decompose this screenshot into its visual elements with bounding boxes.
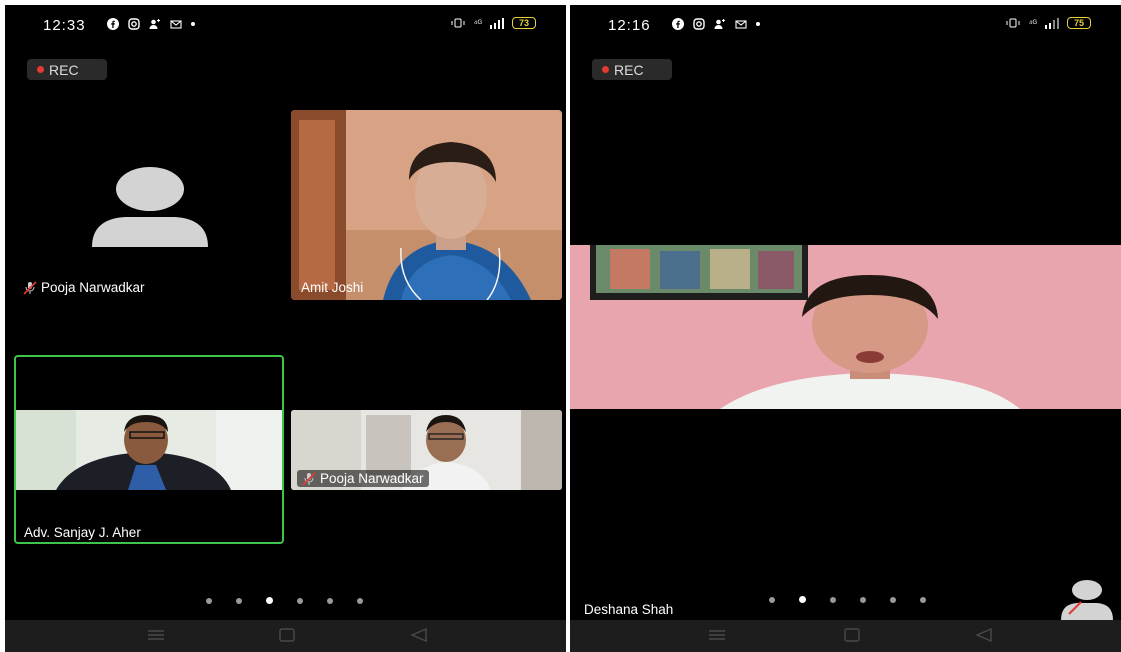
mic-muted-icon xyxy=(23,280,37,295)
page-indicator[interactable] xyxy=(206,597,363,604)
page-dot[interactable] xyxy=(860,596,866,603)
mic-muted-icon xyxy=(302,471,316,486)
page-dot[interactable] xyxy=(236,597,242,604)
vibrate-icon xyxy=(1006,18,1020,28)
home-icon[interactable] xyxy=(843,628,861,642)
mail-icon xyxy=(170,20,182,29)
self-view-avatar[interactable] xyxy=(1057,578,1113,620)
page-indicator[interactable] xyxy=(769,596,926,603)
recording-dot-icon xyxy=(37,66,44,73)
page-dot[interactable] xyxy=(297,597,303,604)
page-dot[interactable] xyxy=(890,596,896,603)
participant-video xyxy=(16,410,282,490)
active-speaker-video[interactable] xyxy=(570,245,1121,409)
notification-dot-icon xyxy=(191,22,195,26)
recording-badge: REC xyxy=(592,59,672,80)
add-person-icon xyxy=(149,19,160,29)
instagram-icon xyxy=(693,18,705,30)
page-dot[interactable] xyxy=(327,597,333,604)
participant-name-tag: Pooja Narwadkar xyxy=(23,280,145,295)
participant-video xyxy=(570,245,1121,409)
recording-badge: REC xyxy=(27,59,107,80)
status-bar: 12:16 ⁴ᴳ 75 xyxy=(570,5,1121,45)
status-bar: 12:33 ⁴ᴳ 73 xyxy=(5,5,566,45)
user-avatar-icon xyxy=(92,167,208,247)
battery-icon: 75 xyxy=(1067,17,1091,29)
page-dot-active[interactable] xyxy=(266,597,273,604)
android-nav-bar xyxy=(570,620,1121,652)
page-dot[interactable] xyxy=(769,596,775,603)
mail-icon xyxy=(735,20,747,29)
participant-name-tag: Adv. Sanjay J. Aher xyxy=(24,525,141,540)
participant-tile-pooja-video[interactable]: Pooja Narwadkar xyxy=(291,410,562,490)
signal-icon xyxy=(490,17,504,29)
page-dot[interactable] xyxy=(830,596,836,603)
instagram-icon xyxy=(128,18,140,30)
facebook-icon xyxy=(672,18,684,30)
right-phone-screen: 12:16 ⁴ᴳ 75 REC Deshana Shah xyxy=(570,5,1121,652)
participant-video xyxy=(291,110,562,300)
menu-icon[interactable] xyxy=(147,628,165,642)
signal-icon xyxy=(1045,17,1059,29)
notification-icons xyxy=(672,18,760,30)
android-nav-bar xyxy=(5,620,566,652)
participant-tile-amit-joshi[interactable]: Amit Joshi xyxy=(291,110,562,300)
network-label: ⁴ᴳ xyxy=(1028,18,1037,28)
participant-tile-sanjay-aher[interactable]: Adv. Sanjay J. Aher xyxy=(14,355,284,544)
vibrate-icon xyxy=(451,18,465,28)
page-dot[interactable] xyxy=(920,596,926,603)
menu-icon[interactable] xyxy=(708,628,726,642)
page-dot[interactable] xyxy=(206,597,212,604)
page-dot[interactable] xyxy=(357,597,363,604)
user-avatar-icon xyxy=(1061,580,1113,620)
network-label: ⁴ᴳ xyxy=(473,18,482,28)
left-phone-screen: 12:33 ⁴ᴳ 73 REC Pooja Narwadkar Amit Jos… xyxy=(5,5,566,652)
active-speaker-name: Deshana Shah xyxy=(584,602,674,617)
participant-tile-avatar[interactable]: Pooja Narwadkar xyxy=(15,110,283,300)
add-person-icon xyxy=(714,19,725,29)
back-icon[interactable] xyxy=(975,628,993,642)
participant-name-tag: Amit Joshi xyxy=(301,280,364,295)
recording-dot-icon xyxy=(602,66,609,73)
status-time: 12:16 xyxy=(608,17,651,34)
status-time: 12:33 xyxy=(43,17,86,34)
status-right-icons: ⁴ᴳ 73 xyxy=(450,17,536,29)
recording-label: REC xyxy=(614,61,644,78)
facebook-icon xyxy=(107,18,119,30)
notification-icons xyxy=(107,18,195,30)
notification-dot-icon xyxy=(756,22,760,26)
home-icon[interactable] xyxy=(278,628,296,642)
status-right-icons: ⁴ᴳ 75 xyxy=(1005,17,1091,29)
recording-label: REC xyxy=(49,61,79,78)
back-icon[interactable] xyxy=(410,628,428,642)
participant-name-tag: Pooja Narwadkar xyxy=(297,470,429,487)
battery-icon: 73 xyxy=(512,17,536,29)
page-dot-active[interactable] xyxy=(799,596,806,603)
